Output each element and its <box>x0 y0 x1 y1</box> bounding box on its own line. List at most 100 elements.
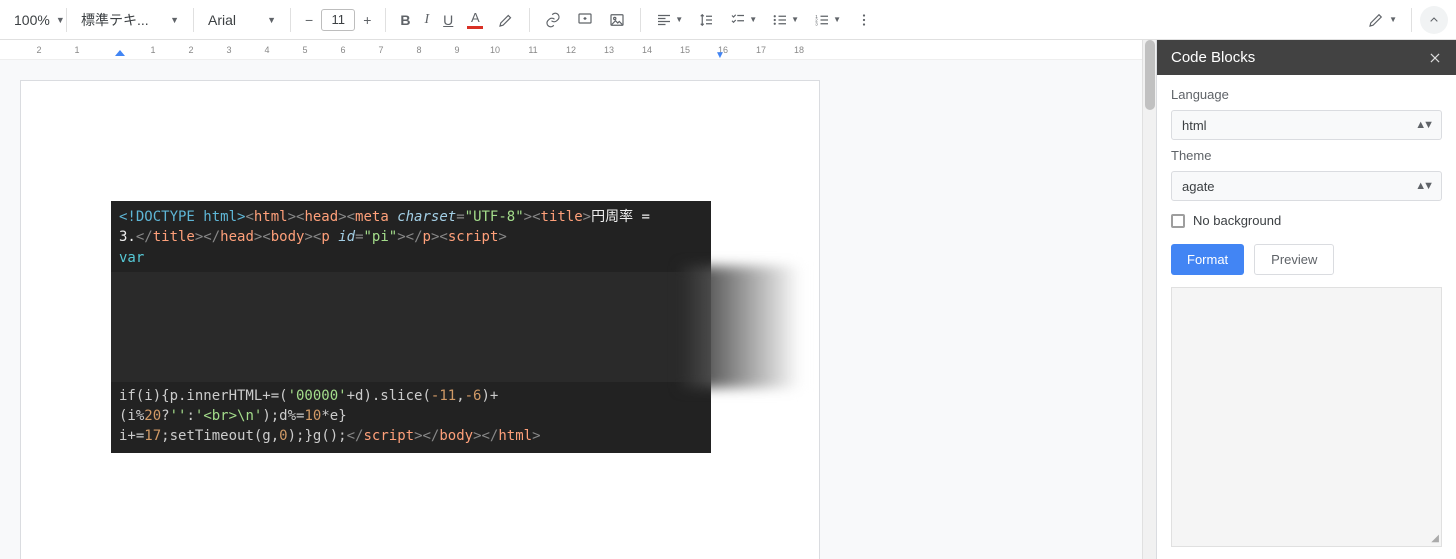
italic-button[interactable]: I <box>419 7 436 33</box>
theme-label: Theme <box>1171 148 1442 163</box>
ruler-tick: 6 <box>324 45 362 55</box>
ruler-tick: 8 <box>400 45 438 55</box>
dropdown-caret-icon: ▼ <box>833 15 841 24</box>
theme-select[interactable]: agate ▲▼ <box>1171 171 1442 201</box>
dropdown-caret-icon: ▼ <box>675 15 683 24</box>
style-value: 標準テキ... <box>81 10 149 30</box>
dropdown-caret-icon: ▼ <box>56 15 65 25</box>
horizontal-ruler[interactable]: 21123456789101112131415161718 ▼ <box>0 40 1142 60</box>
increase-font-button[interactable]: + <box>357 7 377 33</box>
font-size-input[interactable]: 11 <box>321 9 355 31</box>
paragraph-style-dropdown[interactable]: 標準テキ... ▼ <box>75 7 185 33</box>
separator <box>385 8 386 32</box>
scrollbar-thumb[interactable] <box>1145 40 1155 110</box>
ruler-tick: 14 <box>628 45 666 55</box>
insert-image-button[interactable] <box>602 7 632 33</box>
numbered-list-button[interactable]: 123 ▼ <box>807 7 847 33</box>
code-blocks-sidepanel: Code Blocks Language html ▲▼ Theme agate… <box>1156 40 1456 559</box>
document-page[interactable]: <!DOCTYPE html><html><head><meta charset… <box>20 80 820 559</box>
dropdown-caret-icon: ▼ <box>267 15 276 25</box>
highlight-icon <box>497 11 515 29</box>
bullet-list-icon <box>771 11 789 29</box>
font-dropdown[interactable]: Arial ▼ <box>202 7 282 33</box>
dropdown-caret-icon: ▼ <box>791 15 799 24</box>
dropdown-caret-icon: ▼ <box>749 15 757 24</box>
preview-button[interactable]: Preview <box>1254 244 1334 275</box>
link-icon <box>544 11 562 29</box>
language-label: Language <box>1171 87 1442 102</box>
theme-value: agate <box>1182 179 1215 194</box>
ruler-tick: 15 <box>666 45 704 55</box>
page-scroll-area[interactable]: <!DOCTYPE html><html><head><meta charset… <box>0 60 1142 559</box>
resize-handle-icon[interactable]: ◢ <box>1431 533 1439 544</box>
preview-area: ◢ <box>1171 287 1442 547</box>
bullet-list-button[interactable]: ▼ <box>765 7 805 33</box>
sidepanel-title: Code Blocks <box>1171 49 1255 66</box>
align-button[interactable]: ▼ <box>649 7 689 33</box>
align-icon <box>655 11 673 29</box>
ruler-tick: 2 <box>172 45 210 55</box>
code-line: if(i){p.innerHTML+=('00000'+d).slice(-11… <box>119 386 703 427</box>
decrease-font-button[interactable]: − <box>299 7 319 33</box>
main-area: 21123456789101112131415161718 ▼ <!DOCTYP… <box>0 40 1456 559</box>
format-button[interactable]: Format <box>1171 244 1244 275</box>
comment-plus-icon <box>576 11 594 29</box>
insert-link-button[interactable] <box>538 7 568 33</box>
ruler-tick: 10 <box>476 45 514 55</box>
redacted-section <box>111 272 711 382</box>
checklist-button[interactable]: ▼ <box>723 7 763 33</box>
ruler-tick: 4 <box>248 45 286 55</box>
code-line: 3.</title></head><body><p id="pi"></p><s… <box>119 227 703 247</box>
zoom-value: 100% <box>14 12 50 28</box>
highlight-button[interactable] <box>491 7 521 33</box>
ruler-tick: 5 <box>286 45 324 55</box>
separator <box>66 8 67 32</box>
indent-marker-icon[interactable] <box>115 50 125 56</box>
ruler-tick: 3 <box>210 45 248 55</box>
select-caret-icon: ▲▼ <box>1415 119 1431 131</box>
code-line: i+=17;setTimeout(g,0);}g();</script></bo… <box>119 426 703 446</box>
ruler-tick: 1 <box>58 45 96 55</box>
editing-mode-button[interactable]: ▼ <box>1361 7 1403 33</box>
collapse-toolbar-button[interactable] <box>1420 6 1448 34</box>
language-select[interactable]: html ▲▼ <box>1171 110 1442 140</box>
numbered-list-icon: 123 <box>813 11 831 29</box>
vertical-scrollbar[interactable] <box>1142 40 1156 559</box>
insert-comment-button[interactable] <box>570 7 600 33</box>
zoom-dropdown[interactable]: 100% ▼ <box>8 7 58 33</box>
line-spacing-icon <box>697 11 715 29</box>
ruler-tick: 18 <box>780 45 818 55</box>
toolbar: 100% ▼ 標準テキ... ▼ Arial ▼ − 11 + B I U A … <box>0 0 1456 40</box>
text-color-swatch <box>467 26 483 29</box>
close-sidepanel-button[interactable] <box>1428 51 1442 65</box>
ruler-tick: 9 <box>438 45 476 55</box>
checkbox-box-icon <box>1171 214 1185 228</box>
chevron-up-icon <box>1426 11 1442 29</box>
pencil-icon <box>1367 11 1385 29</box>
ruler-tick: 17 <box>742 45 780 55</box>
ruler-tick: 7 <box>362 45 400 55</box>
no-background-checkbox[interactable]: No background <box>1171 213 1442 228</box>
dropdown-caret-icon: ▼ <box>170 15 179 25</box>
code-block[interactable]: <!DOCTYPE html><html><head><meta charset… <box>111 201 711 453</box>
ruler-tick: 13 <box>590 45 628 55</box>
bold-button[interactable]: B <box>394 7 416 33</box>
sidepanel-header: Code Blocks <box>1157 40 1456 75</box>
separator <box>529 8 530 32</box>
line-spacing-button[interactable] <box>691 7 721 33</box>
font-size-control: − 11 + <box>299 7 377 33</box>
separator <box>640 8 641 32</box>
more-options-button[interactable] <box>849 7 879 33</box>
font-value: Arial <box>208 12 236 28</box>
separator <box>290 8 291 32</box>
underline-button[interactable]: U <box>437 7 459 33</box>
image-icon <box>608 11 626 29</box>
checklist-icon <box>729 11 747 29</box>
select-caret-icon: ▲▼ <box>1415 180 1431 192</box>
separator <box>193 8 194 32</box>
editor-area: 21123456789101112131415161718 ▼ <!DOCTYP… <box>0 40 1142 559</box>
button-row: Format Preview <box>1171 244 1442 275</box>
ruler-tick: 12 <box>552 45 590 55</box>
right-margin-marker-icon[interactable]: ▼ <box>715 50 725 61</box>
text-color-button[interactable]: A <box>461 7 489 33</box>
